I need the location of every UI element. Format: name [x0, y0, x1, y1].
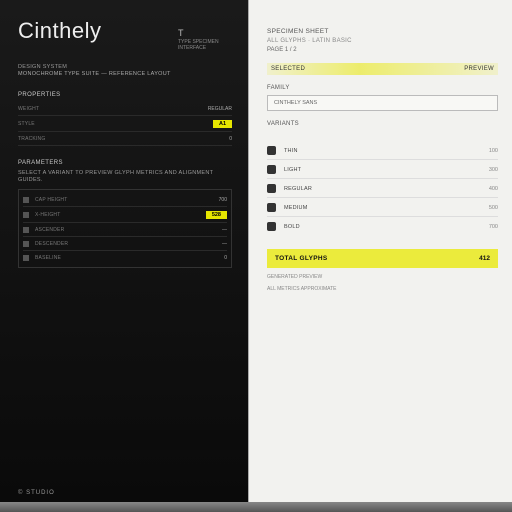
variants-head: VARIANTS	[267, 121, 498, 127]
param-label: ASCENDER	[35, 227, 218, 233]
variant-name: MEDIUM	[284, 205, 481, 211]
right-footnote-2: ALL METRICS APPROXIMATE	[267, 286, 498, 292]
corner-line-2: INTERFACE	[178, 45, 230, 51]
summary-band: TOTAL GLYPHS 412	[267, 249, 498, 268]
variant-weight: 300	[489, 167, 498, 173]
param-value: —	[222, 241, 227, 247]
section-parameters-note: SELECT A VARIANT TO PREVIEW GLYPH METRIC…	[18, 170, 232, 184]
square-icon	[23, 212, 29, 218]
variant-weight: 400	[489, 186, 498, 192]
variant-row[interactable]: LIGHT 300	[267, 160, 498, 179]
summary-value: 412	[479, 255, 490, 262]
bottom-chrome-bar	[0, 502, 512, 512]
section-properties-head: PROPERTIES	[18, 92, 232, 98]
intro-line-2: MONOCHROME TYPE SUITE — REFERENCE LAYOUT	[18, 71, 232, 78]
param-value: 0	[224, 255, 227, 261]
variant-name: BOLD	[284, 224, 481, 230]
right-heading: SPECIMEN SHEET	[267, 28, 498, 35]
highlight-left: SELECTED	[271, 66, 305, 72]
param-row-asc[interactable]: ASCENDER —	[23, 223, 227, 237]
prop-value: 0	[229, 136, 232, 142]
section-parameters: PARAMETERS SELECT A VARIANT TO PREVIEW G…	[18, 160, 232, 267]
variant-name: LIGHT	[284, 167, 481, 173]
param-value: 700	[219, 197, 227, 203]
prop-row-style[interactable]: STYLE A1	[18, 116, 232, 132]
page-indicator: PAGE 1 / 2	[267, 47, 498, 53]
square-icon	[23, 255, 29, 261]
param-highlight-badge: 528	[206, 211, 227, 219]
prop-label: STYLE	[18, 121, 209, 127]
param-label: DESCENDER	[35, 241, 218, 247]
prop-label: WEIGHT	[18, 106, 204, 112]
variant-row[interactable]: BOLD 700	[267, 217, 498, 235]
prop-label: TRACKING	[18, 136, 225, 142]
square-icon	[23, 241, 29, 247]
section-parameters-head: PARAMETERS	[18, 160, 232, 166]
variant-weight: 100	[489, 148, 498, 154]
right-panel: SPECIMEN SHEET ALL GLYPHS · LATIN BASIC …	[248, 0, 512, 504]
param-label: CAP HEIGHT	[35, 197, 215, 203]
prop-row-weight[interactable]: WEIGHT REGULAR	[18, 102, 232, 116]
dot-icon	[267, 222, 276, 231]
prop-row-tracking[interactable]: TRACKING 0	[18, 132, 232, 146]
variant-row[interactable]: THIN 100	[267, 141, 498, 160]
square-icon	[23, 197, 29, 203]
param-label: BASELINE	[35, 255, 220, 261]
prop-value: REGULAR	[208, 106, 232, 112]
summary-label: TOTAL GLYPHS	[275, 255, 327, 262]
highlight-right: PREVIEW	[464, 66, 494, 72]
variant-name: THIN	[284, 148, 481, 154]
left-panel: Cinthely T TYPE SPECIMEN INTERFACE DESIG…	[0, 0, 248, 504]
prop-highlight-badge: A1	[213, 120, 232, 128]
intro-line-1: DESIGN SYSTEM	[18, 64, 232, 71]
param-label: X-HEIGHT	[35, 212, 202, 218]
dot-icon	[267, 146, 276, 155]
parameters-box: CAP HEIGHT 700 X-HEIGHT 528 ASCENDER — D…	[18, 189, 232, 268]
param-row-desc[interactable]: DESCENDER —	[23, 237, 227, 251]
family-label: FAMILY	[267, 85, 498, 91]
variant-name: REGULAR	[284, 186, 481, 192]
param-row-xheight[interactable]: X-HEIGHT 528	[23, 207, 227, 223]
highlight-strip[interactable]: SELECTED PREVIEW	[267, 63, 498, 75]
family-field[interactable]: CINTHELY SANS	[267, 95, 498, 111]
variant-weight: 700	[489, 224, 498, 230]
variant-weight: 500	[489, 205, 498, 211]
variants-list: THIN 100 LIGHT 300 REGULAR 400 MEDIUM 50…	[267, 141, 498, 235]
corner-meta: T TYPE SPECIMEN INTERFACE	[178, 28, 230, 51]
dot-icon	[267, 203, 276, 212]
section-properties: PROPERTIES WEIGHT REGULAR STYLE A1 TRACK…	[18, 92, 232, 146]
param-value: —	[222, 227, 227, 233]
corner-glyph: T	[178, 28, 230, 39]
variant-row[interactable]: REGULAR 400	[267, 179, 498, 198]
left-footer: © STUDIO	[18, 490, 55, 496]
dot-icon	[267, 165, 276, 174]
dot-icon	[267, 184, 276, 193]
right-subheading: ALL GLYPHS · LATIN BASIC	[267, 38, 498, 44]
square-icon	[23, 227, 29, 233]
param-row-base[interactable]: BASELINE 0	[23, 251, 227, 264]
param-row-cap[interactable]: CAP HEIGHT 700	[23, 193, 227, 207]
right-footnote-1: GENERATED PREVIEW	[267, 274, 498, 280]
variant-row[interactable]: MEDIUM 500	[267, 198, 498, 217]
